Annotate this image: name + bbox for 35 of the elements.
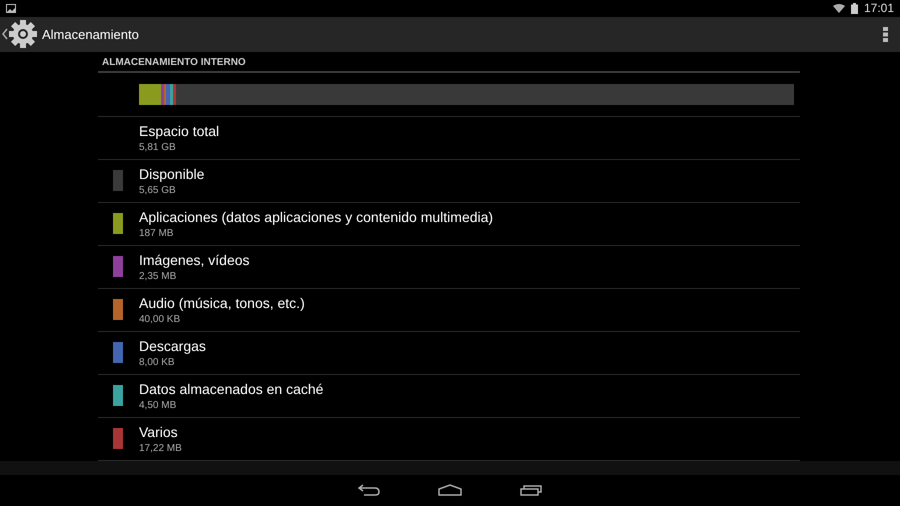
storage-item[interactable]: Disponible 5,65 GB [98,160,800,203]
home-button[interactable] [438,484,462,496]
item-size: 5,81 GB [139,142,177,153]
item-title: Aplicaciones (datos aplicaciones y contenido multimedia) [139,208,494,225]
item-size: 4,50 MB [139,400,178,411]
back-button[interactable] [358,484,380,496]
clock-time: 17:01 [864,1,894,16]
item-size: 5,65 GB [139,184,177,196]
overflow-menu-icon[interactable] [883,26,888,42]
item-size: 8,00 KB [139,356,176,368]
item-size: 2,35 MB [139,270,178,282]
storage-item[interactable]: Datos almacenados en caché 4,50 MB [98,374,800,418]
picture-notification-icon [6,4,16,13]
item-title: Audio (música, tonos, etc.) [139,294,305,311]
gear-icon[interactable] [8,19,38,50]
screen-title: Almacenamiento [42,26,139,42]
section-header: ALMACENAMIENTO INTERNO [98,52,800,73]
storage-item[interactable]: Espacio total 5,81 GB [98,116,800,160]
item-title: Descargas [139,338,206,354]
item-title: Varios [139,424,179,440]
storage-item[interactable]: Aplicaciones (datos aplicaciones y contenido multimedia) 187 MB [98,202,800,246]
item-title: Datos almacenados en caché [139,380,324,397]
item-title: Disponible [139,166,204,182]
item-title: Imágenes, vídeos [139,252,250,268]
item-size: 17,22 MB [139,442,182,454]
battery-icon [850,2,858,14]
item-size: 187 MB [139,228,174,239]
storage-item[interactable]: Descargas 8,00 KB [98,332,800,375]
wifi-icon [832,4,845,13]
item-title: Espacio total [139,122,220,139]
storage-item[interactable]: Audio (música, tonos, etc.) 40,00 KB [98,288,800,332]
item-size: 40,00 KB [139,314,182,325]
recent-apps-button[interactable] [520,484,542,496]
back-caret-icon[interactable] [2,28,8,40]
storage-item[interactable]: Imágenes, vídeos 2,35 MB [98,246,800,289]
